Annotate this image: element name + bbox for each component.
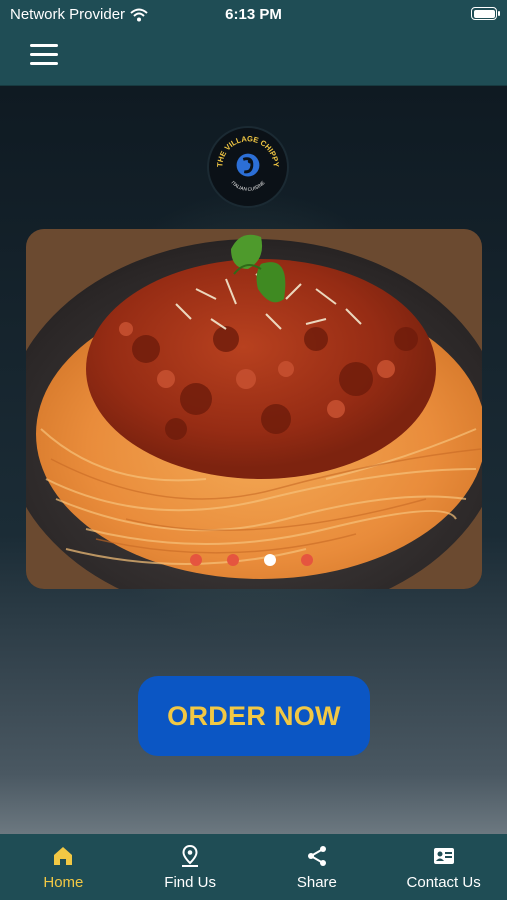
image-carousel[interactable] [26, 229, 482, 589]
contact-card-icon [433, 848, 454, 864]
tab-contact-us[interactable]: Contact Us [380, 834, 507, 900]
spaghetti-bolognese-image [26, 229, 482, 589]
status-time: 6:13 PM [225, 6, 282, 23]
hamburger-menu-icon[interactable] [30, 44, 58, 68]
tab-find-us[interactable]: Find Us [127, 834, 254, 900]
restaurant-logo: THE VILLAGE CHIPPY ITALIAN CUISINE [207, 126, 289, 208]
tab-label: Share [296, 874, 337, 891]
share-icon [307, 846, 326, 866]
bottom-tab-bar: Home Find Us Share Contact Us [0, 834, 507, 900]
carousel-dot-1[interactable] [190, 554, 202, 566]
tab-home[interactable]: Home [0, 834, 127, 900]
app-bar [0, 28, 507, 86]
tab-label: Home [43, 874, 84, 891]
order-now-button[interactable]: ORDER NOW [138, 676, 370, 756]
battery-icon [471, 7, 500, 20]
carousel-dot-4[interactable] [301, 554, 313, 566]
tab-label: Contact Us [406, 874, 481, 891]
tab-label: Find Us [164, 874, 216, 891]
carousel-indicators [190, 554, 313, 566]
svg-text:ITALIAN CUISINE: ITALIAN CUISINE [230, 180, 267, 193]
home-icon [54, 847, 73, 865]
carousel-dot-2[interactable] [227, 554, 239, 566]
status-bar: Network Provider 6:13 PM [0, 0, 507, 28]
location-pin-icon [182, 844, 199, 867]
tab-share[interactable]: Share [254, 834, 381, 900]
carousel-dot-3[interactable] [264, 554, 276, 566]
home-content: THE VILLAGE CHIPPY ITALIAN CUISINE ORDER… [0, 86, 507, 834]
